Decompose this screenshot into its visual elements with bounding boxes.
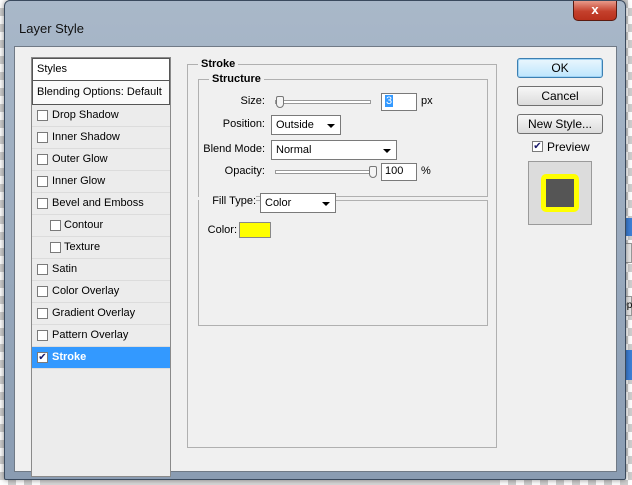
title-bar[interactable]: Layer Style x <box>5 1 625 36</box>
style-item-color-overlay[interactable]: Color Overlay <box>32 281 170 303</box>
style-checkbox[interactable] <box>37 176 48 187</box>
style-item-label: Gradient Overlay <box>52 307 136 319</box>
cancel-button[interactable]: Cancel <box>517 86 603 106</box>
blend-mode-value: Normal <box>276 144 312 156</box>
style-preview-thumbnail <box>528 161 592 225</box>
close-icon: x <box>591 2 599 17</box>
chevron-down-icon <box>322 202 330 206</box>
style-item-label: Drop Shadow <box>52 109 119 121</box>
stroke-section-title: Stroke <box>198 58 239 70</box>
style-checkbox[interactable] <box>37 330 48 341</box>
size-slider-thumb[interactable] <box>275 96 284 108</box>
blend-mode-select[interactable]: Normal <box>271 140 397 160</box>
style-item-label: Satin <box>52 263 78 275</box>
style-item-inner-shadow[interactable]: Inner Shadow <box>32 127 170 149</box>
structure-section-title: Structure <box>209 73 264 85</box>
fill-type-group: Fill Type: Color Color: <box>198 193 488 326</box>
dialog-body: Styles Blending Options: Default Drop Sh… <box>14 46 617 477</box>
style-item-label: Bevel and Emboss <box>52 197 144 209</box>
style-item-inner-glow[interactable]: Inner Glow <box>32 171 170 193</box>
style-checkbox[interactable] <box>37 198 48 209</box>
style-checkbox[interactable] <box>37 308 48 319</box>
style-item-label: Contour <box>64 219 104 231</box>
style-item-contour[interactable]: Contour <box>32 215 170 237</box>
opacity-label: Opacity: <box>224 165 265 177</box>
stroke-group: Stroke Structure Size: 3 px Position: Ou… <box>187 58 497 448</box>
style-item-label: Stroke <box>52 351 87 363</box>
style-item-drop-shadow[interactable]: Drop Shadow <box>32 105 170 127</box>
chevron-down-icon <box>327 124 335 128</box>
ok-button[interactable]: OK <box>517 58 603 78</box>
style-item-label: Outer Glow <box>52 153 108 165</box>
style-checkbox[interactable] <box>50 242 61 253</box>
fill-type-value: Color <box>265 197 292 209</box>
position-label: Position: <box>222 118 265 130</box>
style-checkbox[interactable]: ✔ <box>37 352 48 363</box>
style-checkbox[interactable] <box>37 132 48 143</box>
style-item-outer-glow[interactable]: Outer Glow <box>32 149 170 171</box>
style-item-label: Pattern Overlay <box>52 329 129 341</box>
style-checkbox[interactable] <box>50 220 61 231</box>
style-checkbox[interactable] <box>37 110 48 121</box>
new-style-button[interactable]: New Style... <box>517 114 603 134</box>
blend-mode-label: Blend Mode: <box>203 143 265 155</box>
style-item-label: Inner Shadow <box>52 131 120 143</box>
style-checkbox[interactable] <box>37 154 48 165</box>
preview-checkbox[interactable]: ✔ <box>532 141 543 152</box>
opacity-value: 100 <box>385 165 404 177</box>
size-unit: px <box>421 95 433 107</box>
color-label: Color: <box>207 224 237 236</box>
style-checkbox[interactable] <box>37 264 48 275</box>
style-item-texture[interactable]: Texture <box>32 237 170 259</box>
size-slider-track[interactable] <box>275 100 371 104</box>
chevron-down-icon <box>383 149 391 153</box>
style-item-pattern-overlay[interactable]: Pattern Overlay <box>32 325 170 347</box>
style-item-label: Inner Glow <box>52 175 106 187</box>
blending-options-item[interactable]: Blending Options: Default <box>32 81 170 105</box>
dialog-title: Layer Style <box>19 21 85 36</box>
style-checkbox[interactable] <box>37 286 48 297</box>
close-button[interactable]: x <box>573 1 617 21</box>
style-item-stroke[interactable]: ✔ Stroke <box>32 347 170 369</box>
styles-list: Styles Blending Options: Default Drop Sh… <box>31 57 171 477</box>
size-input[interactable]: 3 <box>381 93 417 111</box>
opacity-slider-track[interactable] <box>275 170 377 174</box>
position-select[interactable]: Outside <box>271 115 341 135</box>
fill-type-select[interactable]: Color <box>260 193 336 213</box>
style-item-label: Color Overlay <box>52 285 120 297</box>
fill-type-label: Fill Type: <box>199 195 256 207</box>
preview-label: Preview <box>547 140 590 154</box>
style-item-label: Texture <box>64 241 101 253</box>
position-value: Outside <box>276 119 314 131</box>
structure-group: Structure Size: 3 px Position: Outside B… <box>198 73 488 197</box>
opacity-slider-thumb[interactable] <box>369 166 377 178</box>
style-item-gradient-overlay[interactable]: Gradient Overlay <box>32 303 170 325</box>
styles-header[interactable]: Styles <box>32 58 170 81</box>
size-value: 3 <box>385 95 394 107</box>
style-item-satin[interactable]: Satin <box>32 259 170 281</box>
preview-square <box>541 174 579 212</box>
opacity-unit: % <box>421 165 431 177</box>
stroke-color-swatch[interactable] <box>239 222 271 238</box>
size-label: Size: <box>240 95 265 107</box>
opacity-input[interactable]: 100 <box>381 163 417 181</box>
layer-style-dialog: Layer Style x Styles Blending Options: D… <box>4 0 626 480</box>
style-item-bevel-and-emboss[interactable]: Bevel and Emboss <box>32 193 170 215</box>
